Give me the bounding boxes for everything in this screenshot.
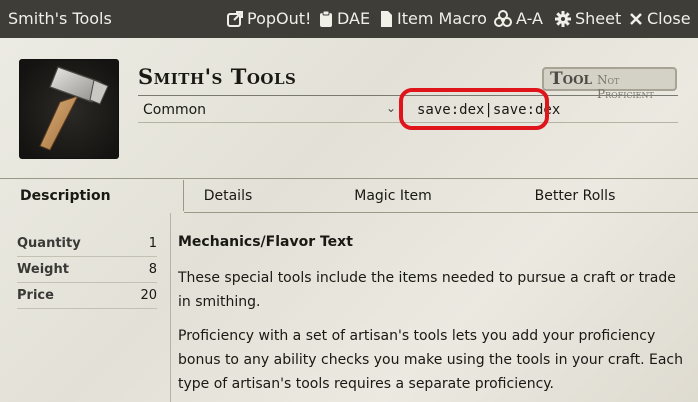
- description-paragraph: These special tools include the items ne…: [178, 270, 676, 310]
- tabs-bottom-divider: [184, 212, 698, 213]
- close-icon: [629, 11, 643, 27]
- price-label: Price: [17, 287, 54, 303]
- property-weight[interactable]: Weight 8: [17, 257, 157, 281]
- window-header[interactable]: Smith's Tools PopOut! DAE Item Macro A-A…: [0, 0, 698, 38]
- proficiency-status: Not Proficient: [597, 73, 654, 101]
- tab-description[interactable]: Description: [0, 180, 184, 211]
- window-title: Smith's Tools: [8, 9, 112, 28]
- gear-icon: [555, 10, 571, 27]
- quantity-value[interactable]: 1: [149, 236, 157, 251]
- property-divider: [17, 308, 157, 309]
- item-type: Tool: [550, 69, 592, 89]
- tabs-top-divider: [0, 178, 698, 179]
- external-link-icon: [227, 10, 243, 27]
- property-price[interactable]: Price 20: [17, 283, 157, 307]
- tab-details[interactable]: Details: [184, 180, 272, 211]
- popout-button[interactable]: PopOut!: [227, 9, 311, 28]
- property-quantity[interactable]: Quantity 1: [17, 231, 157, 255]
- dae-button[interactable]: DAE: [319, 9, 370, 28]
- popout-label: PopOut!: [247, 9, 312, 28]
- description-heading: Mechanics/Flavor Text: [178, 234, 353, 250]
- item-image[interactable]: [19, 59, 119, 159]
- item-name[interactable]: Smith's Tools: [138, 64, 296, 89]
- hammer-icon: [20, 60, 118, 158]
- weight-value[interactable]: 8: [149, 262, 157, 277]
- weight-label: Weight: [17, 261, 69, 277]
- price-value[interactable]: 20: [140, 288, 157, 303]
- dae-label: DAE: [337, 9, 371, 28]
- highlight-annotation: [399, 88, 549, 130]
- rarity-select[interactable]: Common ⌄: [138, 98, 402, 121]
- item-macro-button[interactable]: Item Macro: [380, 9, 487, 28]
- quantity-label: Quantity: [17, 235, 81, 251]
- description-paragraph: Proficiency with a set of artisan's tool…: [178, 328, 683, 392]
- aa-label: A-A: [516, 9, 543, 28]
- description-editor[interactable]: Mechanics/Flavor Text These special tool…: [178, 230, 683, 402]
- sidebar-divider: [170, 213, 171, 402]
- item-type-badge: Tool Not Proficient: [542, 67, 677, 101]
- aa-button[interactable]: A-A: [494, 9, 543, 28]
- clipboard-icon: [319, 10, 333, 27]
- close-button[interactable]: Close: [629, 9, 691, 28]
- tab-magic-item[interactable]: Magic Item: [338, 180, 448, 211]
- tab-better-rolls[interactable]: Better Rolls: [520, 180, 630, 211]
- biohazard-icon: [494, 9, 512, 28]
- rarity-value: Common: [143, 101, 207, 118]
- close-label: Close: [647, 9, 691, 28]
- sheet-button[interactable]: Sheet: [555, 9, 621, 28]
- chevron-down-icon: ⌄: [385, 101, 396, 115]
- sheet-label: Sheet: [575, 9, 622, 28]
- file-icon: [380, 10, 393, 27]
- item-macro-label: Item Macro: [397, 9, 487, 28]
